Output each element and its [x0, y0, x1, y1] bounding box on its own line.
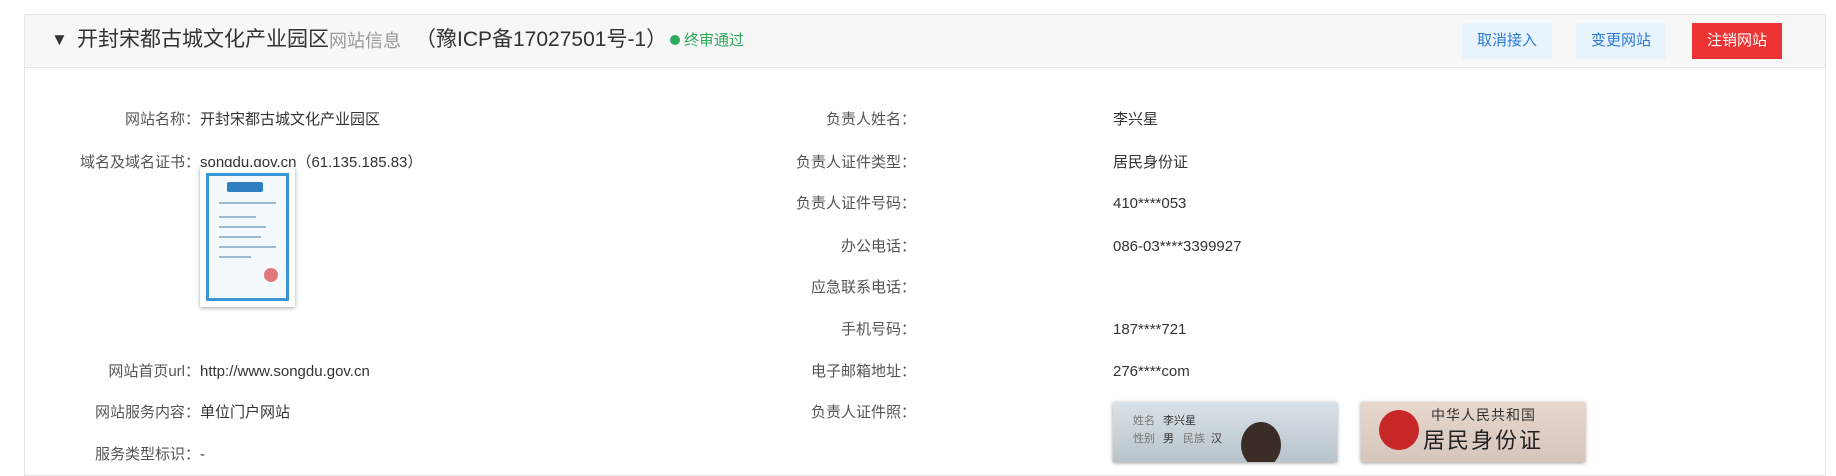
panel-header: ▼ 开封宋都古城文化产业园区 网站信息 （豫ICP备17027501号-1） 终… [25, 15, 1825, 68]
id-type-label: 负责人证件类型： [795, 154, 916, 171]
change-site-button[interactable]: 变更网站 [1576, 23, 1666, 59]
cancel-access-button[interactable]: 取消接入 [1462, 23, 1552, 59]
service-type-label: 服务类型标识： [94, 446, 200, 463]
contact-name-value: 李兴星 [1113, 111, 1159, 128]
office-phone-label: 办公电话： [840, 238, 916, 255]
id-card-back-photo[interactable]: 中华人民共和国 居民身份证 [1361, 402, 1585, 462]
icp-number: （豫ICP备17027501号-1） [415, 28, 668, 51]
domain-label: 域名及域名证书： [79, 154, 200, 171]
id-photo-label: 负责人证件照： [810, 404, 916, 421]
portrait-photo [1241, 422, 1281, 462]
email-label: 电子邮箱地址： [810, 363, 916, 380]
status-dot-icon [670, 35, 680, 45]
homepage-value: http://www.songdu.gov.cn [200, 363, 370, 380]
id-front-ethnic: 汉 [1211, 433, 1222, 445]
id-front-ethnic-label: 民族 [1183, 433, 1205, 445]
id-front-name-label: 姓名 [1133, 415, 1155, 427]
id-card-front-photo[interactable]: 姓名 李兴星 性别 男 民族 汉 [1113, 402, 1337, 462]
seal-icon [264, 268, 278, 282]
mobile-label: 手机号码： [840, 321, 916, 338]
office-phone-value: 086-03****3399927 [1113, 238, 1242, 255]
mobile-value: 187****721 [1113, 321, 1187, 338]
id-number-label: 负责人证件号码： [795, 195, 916, 212]
collapse-toggle-icon[interactable]: ▼ [51, 30, 68, 50]
id-number-value: 410****053 [1113, 195, 1187, 212]
status-text: 终审通过 [684, 32, 745, 49]
service-type-value: - [200, 446, 205, 463]
domain-certificate-image[interactable] [200, 167, 295, 307]
id-back-big-title: 居民身份证 [1423, 428, 1544, 453]
certificate-border [206, 173, 289, 301]
site-title: 开封宋都古城文化产业园区 [77, 28, 329, 51]
site-name-value: 开封宋都古城文化产业园区 [200, 111, 381, 128]
homepage-label: 网站首页url： [108, 363, 200, 380]
contact-name-label: 负责人姓名： [825, 111, 916, 128]
service-content-value: 单位门户网站 [200, 404, 291, 421]
emergency-phone-label: 应急联系电话： [810, 279, 916, 296]
email-value: 276****com [1113, 363, 1190, 380]
id-front-sex-label: 性别 [1133, 433, 1155, 445]
cnnic-logo [227, 182, 263, 192]
site-name-label: 网站名称： [124, 111, 200, 128]
id-front-sex: 男 [1163, 433, 1174, 445]
status-badge: 终审通过 [670, 31, 744, 51]
national-emblem-icon [1379, 410, 1419, 450]
id-type-value: 居民身份证 [1113, 154, 1189, 171]
site-info-label: 网站信息 [329, 31, 401, 51]
cancel-site-button[interactable]: 注销网站 [1692, 23, 1782, 59]
id-back-title: 中华人民共和国 [1431, 407, 1536, 423]
id-front-name: 李兴星 [1163, 415, 1196, 427]
service-content-label: 网站服务内容： [94, 404, 200, 421]
